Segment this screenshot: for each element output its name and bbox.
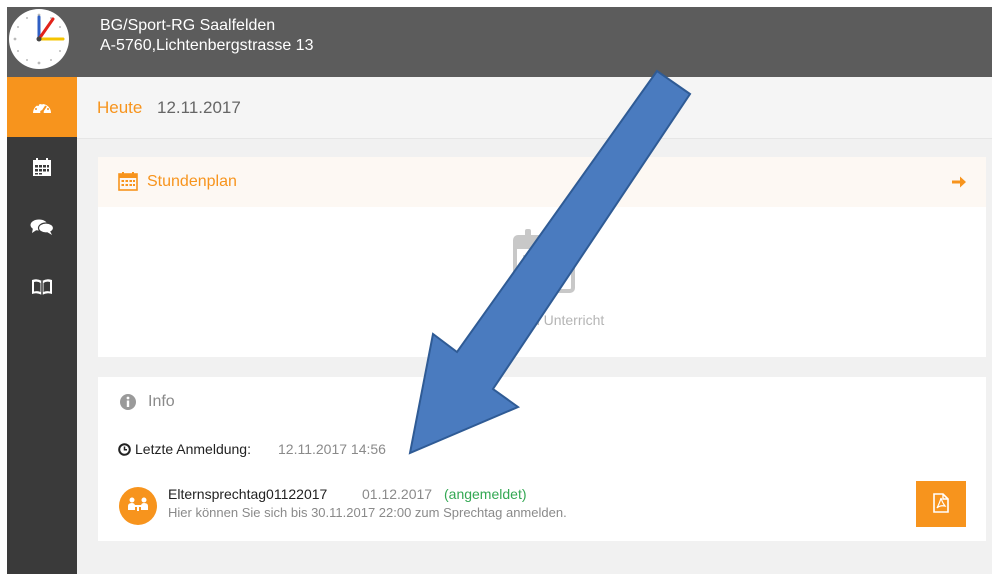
- sidebar-item-messages[interactable]: [7, 197, 77, 257]
- stundenplan-header[interactable]: Stundenplan: [98, 157, 986, 207]
- last-login-label: Letzte Anmeldung:: [135, 441, 251, 457]
- info-icon: [119, 393, 137, 416]
- event-status: (angemeldet): [444, 486, 527, 502]
- no-lessons-text: Kein Unterricht: [511, 312, 605, 328]
- school-address: A-5760,Lichtenbergstrasse 13: [100, 37, 314, 54]
- meeting-icon: [127, 496, 149, 517]
- empty-calendar-icon: [513, 227, 575, 298]
- info-title: Info: [148, 393, 175, 410]
- pdf-file-icon: [933, 492, 949, 516]
- last-login-value: 12.11.2017 14:56: [278, 441, 386, 457]
- clock-icon: [118, 443, 131, 461]
- sidebar-item-book[interactable]: [7, 257, 77, 317]
- event-title: Elternsprechtag01122017: [168, 486, 328, 502]
- calendar-icon: [118, 171, 138, 196]
- event-badge: [119, 487, 157, 525]
- stundenplan-card: Stundenplan Kein Unterricht: [98, 157, 986, 357]
- book-icon: [31, 278, 53, 296]
- top-bar: BG/Sport-RG Saalfelden A-5760,Lichtenber…: [7, 7, 992, 77]
- page-header: Heute 12.11.2017: [77, 77, 992, 139]
- pdf-download-button[interactable]: [916, 481, 966, 527]
- calendar-icon: [32, 157, 52, 177]
- sidebar-item-dashboard[interactable]: [7, 77, 77, 137]
- dashboard-icon: [31, 99, 53, 115]
- event-description: Hier können Sie sich bis 30.11.2017 22:0…: [168, 505, 567, 520]
- today-label: Heute: [97, 98, 143, 117]
- clock-logo-icon: [7, 7, 77, 77]
- stundenplan-title: Stundenplan: [147, 173, 237, 190]
- today-date: 12.11.2017: [157, 98, 241, 117]
- school-name: BG/Sport-RG Saalfelden: [100, 17, 276, 34]
- event-date: 01.12.2017: [362, 486, 433, 502]
- chat-icon: [30, 218, 54, 236]
- sidebar: [7, 77, 77, 574]
- info-card: Info Letzte Anmeldung: 12.11.2017 14:56: [98, 377, 986, 541]
- sidebar-item-calendar[interactable]: [7, 137, 77, 197]
- app-frame: BG/Sport-RG Saalfelden A-5760,Lichtenber…: [7, 7, 992, 574]
- arrow-right-icon[interactable]: [951, 174, 967, 195]
